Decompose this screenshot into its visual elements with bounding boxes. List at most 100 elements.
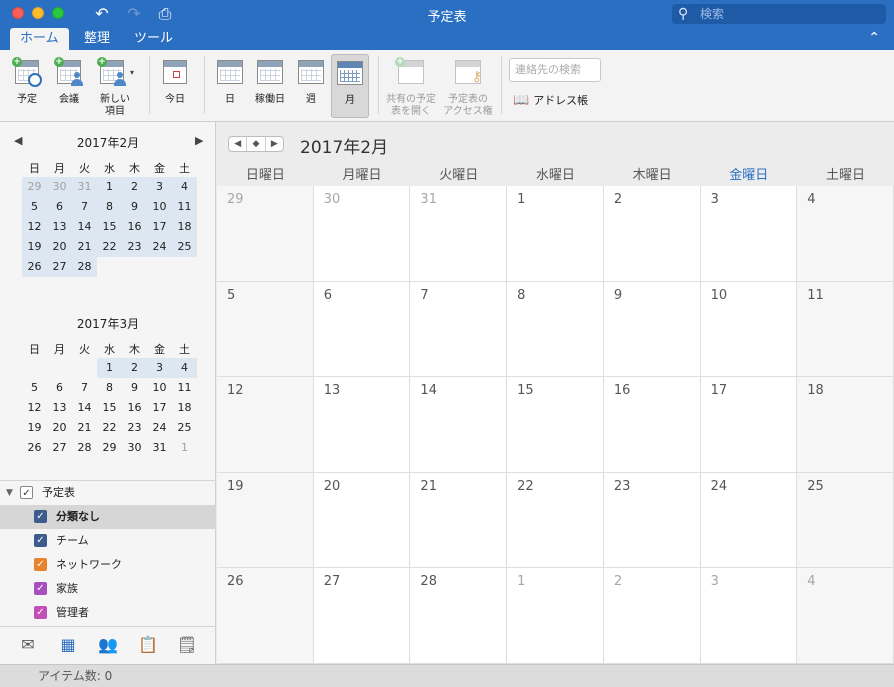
mini-day[interactable]: 1 xyxy=(97,177,122,197)
day-cell[interactable]: 3 xyxy=(700,568,798,664)
mini-day[interactable]: 5 xyxy=(22,197,47,217)
day-cell[interactable]: 2 xyxy=(603,186,701,282)
mini-day[interactable]: 7 xyxy=(72,197,97,217)
mini-day[interactable]: 16 xyxy=(122,398,147,418)
day-cell[interactable]: 24 xyxy=(700,472,798,569)
address-book-button[interactable]: 📖 アドレス帳 xyxy=(513,92,588,108)
day-cell[interactable]: 10 xyxy=(700,281,798,378)
mini-day[interactable]: 11 xyxy=(172,378,197,398)
day-cell[interactable]: 4 xyxy=(797,186,894,282)
today-diamond-icon[interactable]: ◆ xyxy=(247,137,266,151)
previous-icon[interactable]: ◀ xyxy=(229,137,248,151)
mini-day[interactable]: 14 xyxy=(72,398,97,418)
day-cell[interactable]: 5 xyxy=(217,281,314,378)
mini-day[interactable]: 10 xyxy=(147,197,172,217)
mini-day[interactable]: 29 xyxy=(22,177,47,197)
mini-day[interactable]: 16 xyxy=(122,217,147,237)
mini-day[interactable]: 9 xyxy=(122,378,147,398)
tab-tools[interactable]: ツール xyxy=(124,28,183,50)
new-items-button[interactable]: + ▾ 新しい 項目 xyxy=(92,54,138,118)
mini-day[interactable]: 27 xyxy=(47,438,72,458)
day-cell[interactable]: 1 xyxy=(507,568,604,664)
mini-day[interactable]: 12 xyxy=(22,217,47,237)
mini-day[interactable]: 22 xyxy=(97,237,122,257)
mini-day[interactable]: 15 xyxy=(97,398,122,418)
day-cell[interactable]: 8 xyxy=(507,281,604,378)
day-cell[interactable]: 9 xyxy=(603,281,701,378)
mini-day[interactable]: 20 xyxy=(47,237,72,257)
mini-day[interactable]: 31 xyxy=(147,438,172,458)
calendar-checkbox[interactable]: ✓ xyxy=(34,558,47,571)
mini-day[interactable]: 21 xyxy=(72,237,97,257)
mini-day[interactable]: 30 xyxy=(122,438,147,458)
mini-day[interactable]: 22 xyxy=(97,418,122,438)
mini-day[interactable]: 3 xyxy=(147,177,172,197)
day-cell[interactable]: 27 xyxy=(313,568,411,664)
mini-day[interactable]: 19 xyxy=(22,418,47,438)
mini-day[interactable]: 6 xyxy=(47,197,72,217)
mini-day[interactable]: 8 xyxy=(97,197,122,217)
new-meeting-button[interactable]: + 会議 xyxy=(48,54,90,118)
day-cell[interactable]: 26 xyxy=(217,568,314,664)
mini-day[interactable]: 1 xyxy=(97,358,122,378)
mini-day[interactable]: 9 xyxy=(122,197,147,217)
mail-icon[interactable]: ✉ xyxy=(17,635,39,655)
mini-day[interactable]: 2 xyxy=(122,358,147,378)
disclosure-triangle-icon[interactable]: ▼ xyxy=(6,481,13,505)
calendar-checkbox[interactable]: ✓ xyxy=(34,534,47,547)
day-cell[interactable]: 11 xyxy=(797,281,894,378)
day-cell[interactable]: 20 xyxy=(313,472,411,569)
day-cell[interactable]: 31 xyxy=(410,186,508,282)
day-cell[interactable]: 22 xyxy=(507,472,604,569)
week-view-button[interactable]: 週 xyxy=(292,54,330,118)
day-cell[interactable]: 28 xyxy=(410,568,508,664)
contact-search-input[interactable]: 連絡先の検索 xyxy=(509,58,601,82)
mini-day[interactable]: 18 xyxy=(172,217,197,237)
mini-day[interactable]: 17 xyxy=(147,398,172,418)
mini-day[interactable]: 18 xyxy=(172,398,197,418)
mini-day[interactable]: 26 xyxy=(22,257,47,277)
next-icon[interactable]: ▶ xyxy=(266,137,283,151)
day-cell[interactable]: 1 xyxy=(507,186,604,282)
mini-day[interactable]: 8 xyxy=(97,378,122,398)
calendar-group-checkbox[interactable]: ✓ xyxy=(20,486,33,499)
mini-day[interactable]: 12 xyxy=(22,398,47,418)
mini-day[interactable]: 4 xyxy=(172,358,197,378)
mini-day[interactable]: 6 xyxy=(47,378,72,398)
calendar-item[interactable]: ✓ チーム xyxy=(0,529,216,553)
day-cell[interactable]: 21 xyxy=(410,472,508,569)
calendar-group[interactable]: ▼ ✓ 予定表 xyxy=(0,481,216,505)
month-view-button[interactable]: 月 xyxy=(331,54,369,118)
mini-day[interactable]: 19 xyxy=(22,237,47,257)
calendar-checkbox[interactable]: ✓ xyxy=(34,582,47,595)
tasks-icon[interactable]: 📋 xyxy=(137,635,159,655)
day-cell[interactable]: 23 xyxy=(603,472,701,569)
day-cell[interactable]: 7 xyxy=(410,281,508,378)
mini-day[interactable]: 5 xyxy=(22,378,47,398)
mini-day[interactable]: 30 xyxy=(47,177,72,197)
mini-day[interactable]: 15 xyxy=(97,217,122,237)
mini-day[interactable]: 4 xyxy=(172,177,197,197)
notes-icon[interactable]: 🗒 xyxy=(176,635,198,655)
day-cell[interactable]: 17 xyxy=(700,377,798,473)
mini-day[interactable]: 28 xyxy=(72,438,97,458)
mini-day[interactable]: 2 xyxy=(122,177,147,197)
day-cell[interactable]: 12 xyxy=(217,377,314,473)
day-cell[interactable]: 13 xyxy=(313,377,411,473)
mini-day[interactable]: 7 xyxy=(72,378,97,398)
mini-day[interactable]: 13 xyxy=(47,217,72,237)
day-cell[interactable]: 2 xyxy=(603,568,701,664)
day-cell[interactable]: 14 xyxy=(410,377,508,473)
day-cell[interactable]: 6 xyxy=(313,281,411,378)
new-appointment-button[interactable]: + 予定 xyxy=(6,54,48,118)
day-cell[interactable]: 16 xyxy=(603,377,701,473)
mini-day[interactable]: 13 xyxy=(47,398,72,418)
day-cell[interactable]: 4 xyxy=(797,568,894,664)
open-shared-calendar-button[interactable]: + 共有の予定 表を開く xyxy=(384,54,438,118)
mini-day[interactable]: 23 xyxy=(122,237,147,257)
mini-day[interactable]: 29 xyxy=(97,438,122,458)
calendar-item[interactable]: ✓ 管理者 xyxy=(0,601,216,625)
mini-day[interactable]: 24 xyxy=(147,418,172,438)
search-input[interactable]: ⚲ 検索 xyxy=(672,4,886,24)
collapse-ribbon-icon[interactable]: ⌃ xyxy=(868,30,880,46)
